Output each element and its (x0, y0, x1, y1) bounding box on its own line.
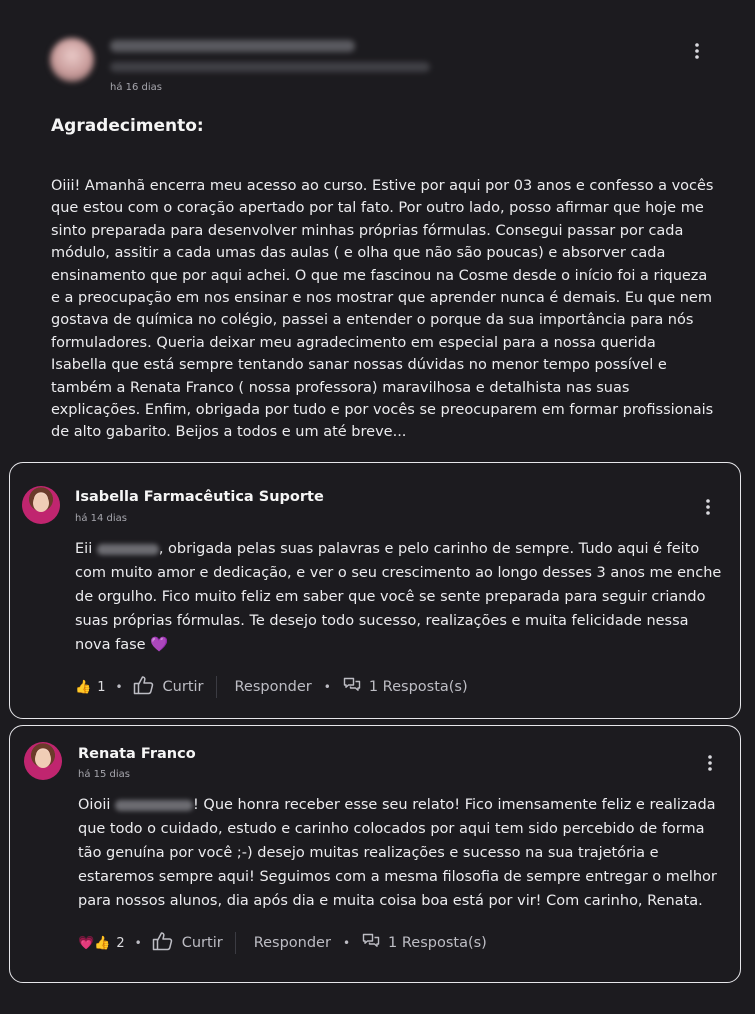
comment-text-prefix: Oioii (78, 797, 115, 813)
post-body: Oiii! Amanhã encerra meu acesso ao curso… (51, 178, 714, 441)
divider (234, 932, 236, 954)
post-timestamp: há 16 dias (110, 82, 163, 93)
comment-text-prefix: Eii (75, 541, 97, 557)
reaction-summary[interactable]: 👍 1 (75, 680, 105, 695)
post-title: Agradecimento: (51, 116, 204, 136)
author-name-blurred[interactable] (110, 40, 355, 52)
reply-label: Responder (253, 935, 331, 951)
comment-text-rest: ! Que honra receber esse seu relato! Fic… (78, 797, 717, 909)
comment-timestamp: há 14 dias (75, 513, 128, 524)
separator-dot: • (342, 936, 351, 950)
reaction-summary[interactable]: 💗👍 2 (78, 936, 125, 951)
reply-button[interactable]: Responder (235, 679, 312, 695)
view-replies-button[interactable]: 1 Resposta(s) (343, 676, 468, 698)
blurred-name (96, 543, 159, 555)
reaction-emojis: 💗👍 (78, 935, 111, 951)
comment-timestamp: há 15 dias (78, 769, 131, 780)
thumbs-up-icon (133, 675, 155, 699)
comment-author[interactable]: Isabella Farmacêutica Suporte (75, 489, 324, 505)
reply-label: Responder (234, 679, 312, 695)
comment-text-rest: , obrigada pelas suas palavras e pelo ca… (75, 541, 722, 653)
separator-dot: • (323, 680, 331, 694)
reply-button[interactable]: Responder (254, 935, 331, 951)
author-avatar-blurred[interactable] (50, 38, 94, 82)
comment-actions: 👍 1 • Curtir Responder • 1 Resposta(s) (75, 675, 468, 699)
comment-card: Renata Franco há 15 dias Oioii ! Que hon… (9, 725, 741, 983)
comment-author[interactable]: Renata Franco (78, 746, 196, 762)
comment-actions: 💗👍 2 • Curtir Responder • 1 Resposta(s) (78, 931, 487, 955)
separator-dot: • (134, 936, 142, 950)
divider (215, 676, 217, 698)
like-label: Curtir (162, 679, 204, 695)
like-button[interactable]: Curtir (133, 675, 204, 699)
like-label: Curtir (181, 935, 223, 951)
author-subtitle-blurred (110, 62, 430, 72)
avatar[interactable] (22, 486, 60, 524)
comment-text: Oioii ! Que honra receber esse seu relat… (78, 793, 728, 913)
like-button[interactable]: Curtir (152, 931, 223, 955)
replies-count-label: 1 Resposta(s) (388, 935, 487, 951)
avatar[interactable] (24, 742, 62, 780)
chat-bubble-icon (362, 932, 380, 954)
reaction-emojis: 👍 (75, 679, 92, 695)
comment-text: Eii , obrigada pelas suas palavras e pel… (75, 537, 725, 657)
replies-count-label: 1 Resposta(s) (368, 679, 468, 695)
view-replies-button[interactable]: 1 Resposta(s) (362, 932, 487, 954)
thumbs-up-icon (152, 931, 174, 955)
post-more-options-icon[interactable] (689, 41, 705, 61)
comment-more-options-icon[interactable] (702, 753, 718, 773)
separator-dot: • (115, 680, 123, 694)
comment-card: Isabella Farmacêutica Suporte há 14 dias… (9, 462, 741, 719)
blurred-name (114, 799, 193, 811)
comment-more-options-icon[interactable] (700, 497, 716, 517)
chat-bubble-icon (343, 676, 361, 698)
post-header: há 16 dias (50, 38, 730, 98)
reaction-count: 2 (116, 935, 125, 951)
reaction-count: 1 (97, 679, 106, 695)
